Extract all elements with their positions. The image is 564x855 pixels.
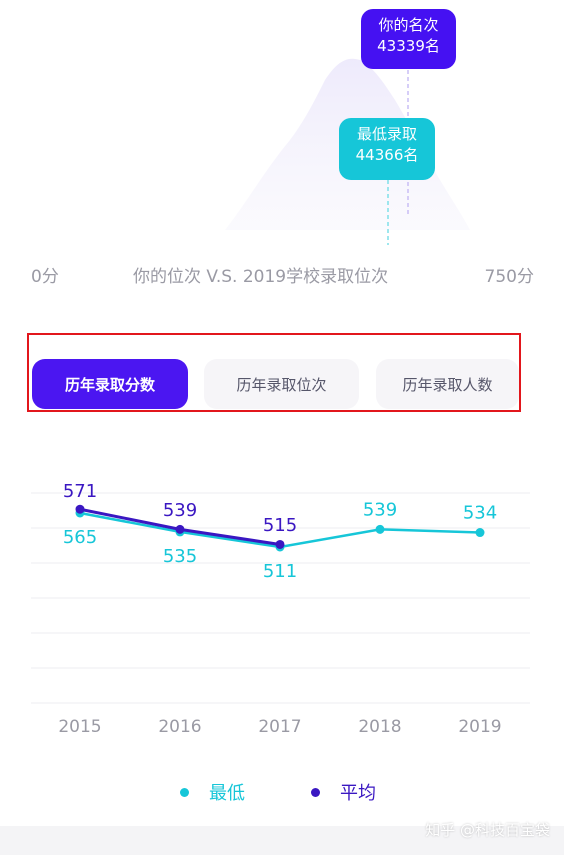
x-tick-label: 2019 — [458, 717, 501, 737]
axis-left-label: 0分 — [31, 267, 59, 287]
x-tick-label: 2018 — [358, 717, 401, 737]
min-rank-label: 最低录取 — [356, 125, 417, 143]
min-rank-value: 44366名 — [355, 146, 419, 164]
data-point — [275, 539, 285, 549]
distribution-axis: 0分 你的位次 V.S. 2019学校录取位次 750分 — [0, 262, 564, 287]
watermark: 知乎 @科技百宝袋 — [425, 821, 550, 839]
data-label-avg: 539 — [163, 500, 197, 521]
data-label-avg: 571 — [63, 481, 97, 502]
axis-right-label: 750分 — [484, 267, 534, 287]
data-label-avg: 515 — [263, 515, 297, 536]
legend-min-dot — [180, 787, 189, 797]
tab-rank[interactable]: 历年录取位次 — [204, 359, 359, 409]
min-rank-callout: 最低录取 44366名 — [339, 118, 435, 180]
legend-avg-dot — [311, 787, 320, 797]
data-point — [75, 504, 85, 514]
x-tick-label: 2017 — [258, 717, 301, 737]
axis-center-label: 你的位次 V.S. 2019学校录取位次 — [133, 267, 389, 287]
legend-min[interactable]: 最低 — [180, 780, 245, 804]
x-tick-label: 2016 — [158, 717, 201, 737]
legend-avg[interactable]: 平均 — [311, 780, 376, 804]
data-point — [375, 524, 385, 534]
your-rank-value: 43339名 — [377, 37, 440, 55]
score-line-chart: 2015 2016 2017 2018 2019 565 535 511 539 534 571 53… — [31, 481, 530, 737]
legend-avg-label: 平均 — [340, 783, 376, 804]
your-rank-callout: 你的名次 43339名 — [361, 9, 456, 69]
data-label-min: 539 — [363, 499, 397, 520]
legend-min-label: 最低 — [209, 783, 245, 804]
data-label-min: 511 — [263, 561, 297, 582]
rank-distribution-chart — [225, 58, 470, 245]
x-tick-label: 2015 — [58, 717, 101, 737]
data-point — [175, 524, 185, 534]
tab-score[interactable]: 历年录取分数 — [32, 359, 188, 409]
data-label-min: 565 — [63, 527, 97, 548]
tab-count[interactable]: 历年录取人数 — [376, 359, 519, 409]
your-rank-label: 你的名次 — [378, 16, 439, 34]
data-label-min: 535 — [163, 546, 197, 567]
tab-highlight-box: 历年录取分数 历年录取位次 历年录取人数 — [27, 333, 521, 412]
data-point — [475, 528, 485, 538]
data-label-min: 534 — [463, 503, 497, 524]
